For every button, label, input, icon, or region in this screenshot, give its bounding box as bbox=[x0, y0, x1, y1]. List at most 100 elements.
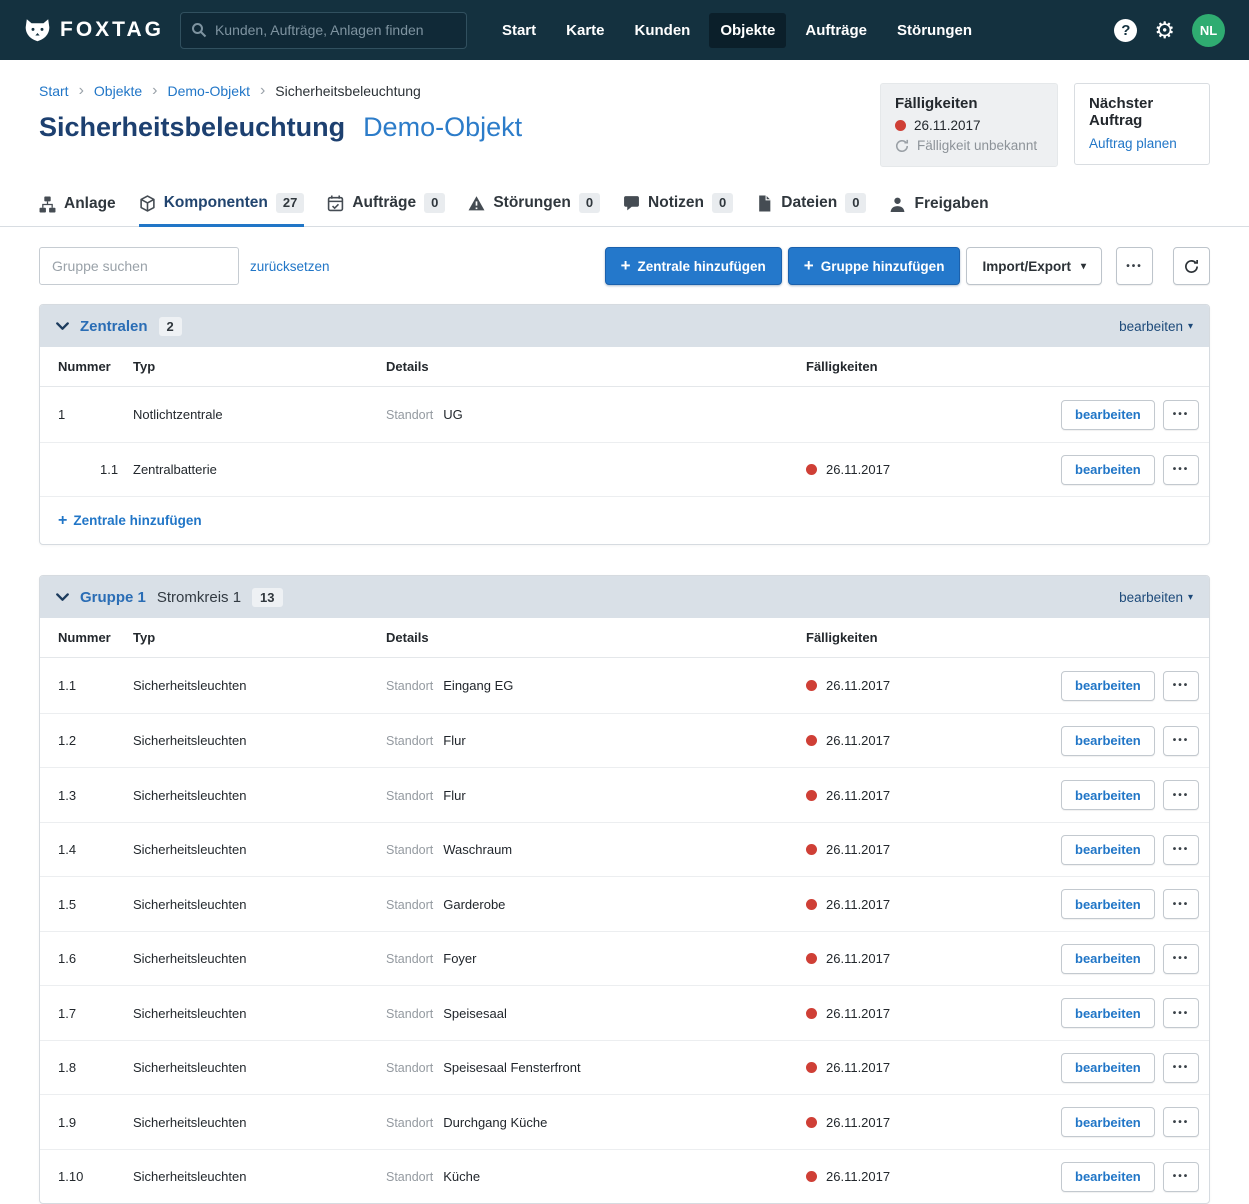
nav-item-auftraege[interactable]: Aufträge bbox=[794, 13, 878, 48]
standort-label: Standort bbox=[386, 408, 434, 422]
gear-icon[interactable]: ⚙ bbox=[1154, 18, 1175, 42]
bearbeiten-button[interactable]: bearbeiten bbox=[1061, 454, 1155, 485]
table-row: 1.10 Sicherheitsleuchten Standort Küche … bbox=[40, 1148, 1209, 1204]
tabs-bar: Anlage Komponenten 27 Aufträge 0 Störung… bbox=[0, 193, 1249, 228]
tab-auftraege[interactable]: Aufträge 0 bbox=[327, 193, 446, 227]
due-dot bbox=[806, 953, 817, 964]
caret-down-icon: ▾ bbox=[1187, 320, 1193, 332]
bearbeiten-button[interactable]: bearbeiten bbox=[1061, 1161, 1155, 1192]
row-more-button[interactable]: ••• bbox=[1162, 889, 1200, 919]
component-group-card: Gruppe 1 Stromkreis 1 13 bearbeiten ▾ Nu… bbox=[39, 575, 1210, 1204]
row-more-button[interactable]: ••• bbox=[1162, 1161, 1200, 1192]
row-more-button[interactable]: ••• bbox=[1162, 725, 1200, 756]
reset-link[interactable]: zurücksetzen bbox=[250, 259, 330, 274]
refresh-button[interactable] bbox=[1173, 247, 1210, 286]
ellipsis-icon: ••• bbox=[1126, 260, 1143, 272]
import-export-button[interactable]: Import/Export ▾ bbox=[966, 247, 1102, 286]
tab-notizen[interactable]: Notizen 0 bbox=[623, 193, 734, 227]
tab-komponenten[interactable]: Komponenten 27 bbox=[138, 193, 305, 228]
auftrag-planen-link[interactable]: Auftrag planen bbox=[1089, 136, 1195, 151]
standort-value: Durchgang Küche bbox=[443, 1114, 548, 1130]
row-more-button[interactable]: ••• bbox=[1162, 943, 1200, 974]
row-type: Sicherheitsleuchten bbox=[133, 1114, 247, 1130]
standort-value: Speisesaal bbox=[443, 1005, 507, 1021]
due-dot bbox=[895, 120, 906, 131]
brand-logo[interactable]: FOXTAG bbox=[24, 17, 164, 44]
bearbeiten-button[interactable]: bearbeiten bbox=[1061, 889, 1155, 919]
due-date: 26.11.2017 bbox=[826, 842, 891, 857]
bearbeiten-button[interactable]: bearbeiten bbox=[1061, 780, 1155, 810]
global-search[interactable] bbox=[179, 11, 467, 49]
nav-item-karte[interactable]: Karte bbox=[555, 13, 615, 48]
breadcrumb-start[interactable]: Start bbox=[39, 83, 69, 99]
due-date: 26.11.2017 bbox=[826, 1060, 891, 1075]
due-dot bbox=[806, 1007, 817, 1019]
row-more-button[interactable]: ••• bbox=[1162, 1052, 1200, 1083]
calendar-check-icon bbox=[327, 195, 344, 212]
standort-value: Speisesaal Fensterfront bbox=[443, 1060, 581, 1075]
table-row: 1.8 Sicherheitsleuchten Standort Speises… bbox=[40, 1039, 1209, 1095]
table-row: 1.6 Sicherheitsleuchten Standort Foyer 2… bbox=[40, 930, 1209, 986]
bearbeiten-button[interactable]: bearbeiten bbox=[1061, 1107, 1155, 1137]
component-group-card: Zentralen 2 bearbeiten ▾ Nummer Typ Deta… bbox=[39, 304, 1210, 546]
avatar[interactable]: NL bbox=[1192, 13, 1225, 47]
row-more-button[interactable]: ••• bbox=[1162, 670, 1200, 701]
standort-label: Standort bbox=[386, 1006, 434, 1021]
bearbeiten-button[interactable]: bearbeiten bbox=[1061, 399, 1155, 430]
group-header[interactable]: Gruppe 1 Stromkreis 1 13 bearbeiten ▾ bbox=[40, 576, 1209, 619]
row-more-button[interactable]: ••• bbox=[1162, 454, 1200, 485]
tab-dateien[interactable]: Dateien 0 bbox=[756, 193, 867, 227]
chevron-down-icon[interactable] bbox=[56, 593, 69, 602]
row-more-button[interactable]: ••• bbox=[1162, 780, 1200, 810]
tab-anlage[interactable]: Anlage bbox=[39, 195, 116, 227]
standort-label: Standort bbox=[386, 1170, 434, 1184]
due-dot bbox=[806, 680, 817, 691]
group-title[interactable]: Gruppe 1 bbox=[80, 589, 146, 606]
table-header-row: Nummer Typ Details Fälligkeiten bbox=[40, 347, 1209, 388]
group-title[interactable]: Zentralen bbox=[80, 318, 148, 335]
table-row: 1.9 Sicherheitsleuchten Standort Durchga… bbox=[40, 1094, 1209, 1149]
nav-item-objekte[interactable]: Objekte bbox=[709, 12, 787, 48]
row-type: Sicherheitsleuchten bbox=[133, 1060, 247, 1075]
due-dot bbox=[806, 464, 817, 475]
table-row: 1.1 Zentralbatterie 26.11.2017 bearbeite… bbox=[40, 441, 1209, 497]
breadcrumb-objekte[interactable]: Objekte bbox=[94, 83, 142, 99]
row-more-button[interactable]: ••• bbox=[1162, 399, 1200, 430]
bearbeiten-button[interactable]: bearbeiten bbox=[1061, 670, 1155, 701]
add-zentrale-footer-link[interactable]: + Zentrale hinzufügen bbox=[58, 512, 202, 529]
row-number: 1.5 bbox=[58, 896, 77, 912]
tab-freigaben[interactable]: Freigaben bbox=[889, 195, 989, 227]
due-date: 26.11.2017 bbox=[826, 1169, 891, 1184]
nav-item-kunden[interactable]: Kunden bbox=[624, 13, 702, 48]
due-dot bbox=[806, 898, 817, 910]
column-header-typ: Typ bbox=[133, 630, 156, 646]
standort-value: Waschraum bbox=[443, 842, 513, 857]
row-more-button[interactable]: ••• bbox=[1162, 1107, 1200, 1137]
speech-bubble-icon bbox=[623, 195, 640, 212]
nav-item-start[interactable]: Start bbox=[491, 13, 547, 48]
group-header[interactable]: Zentralen 2 bearbeiten ▾ bbox=[40, 305, 1209, 348]
chevron-down-icon[interactable] bbox=[56, 322, 69, 331]
group-edit-link[interactable]: bearbeiten ▾ bbox=[1119, 590, 1193, 605]
standort-label: Standort bbox=[386, 788, 434, 803]
bearbeiten-button[interactable]: bearbeiten bbox=[1061, 725, 1155, 756]
file-icon bbox=[756, 195, 773, 212]
tab-count-badge: 0 bbox=[845, 193, 867, 214]
group-edit-link[interactable]: bearbeiten ▾ bbox=[1119, 319, 1193, 334]
more-actions-button[interactable]: ••• bbox=[1116, 247, 1153, 286]
help-icon[interactable]: ? bbox=[1114, 18, 1138, 42]
bearbeiten-button[interactable]: bearbeiten bbox=[1061, 943, 1155, 974]
bearbeiten-button[interactable]: bearbeiten bbox=[1061, 834, 1155, 865]
row-more-button[interactable]: ••• bbox=[1162, 834, 1200, 865]
tab-stoerungen[interactable]: Störungen 0 bbox=[468, 193, 601, 227]
bearbeiten-button[interactable]: bearbeiten bbox=[1061, 1052, 1155, 1083]
add-gruppe-button[interactable]: + Gruppe hinzufügen bbox=[787, 247, 961, 286]
due-date: 26.11.2017 bbox=[826, 1005, 891, 1021]
nav-item-stoerungen[interactable]: Störungen bbox=[886, 13, 983, 48]
row-more-button[interactable]: ••• bbox=[1162, 998, 1200, 1028]
group-search-input[interactable] bbox=[39, 247, 239, 286]
add-zentrale-button[interactable]: + Zentrale hinzufügen bbox=[604, 247, 782, 286]
breadcrumb-demo-objekt[interactable]: Demo-Objekt bbox=[167, 83, 249, 99]
global-search-input[interactable] bbox=[214, 22, 456, 38]
bearbeiten-button[interactable]: bearbeiten bbox=[1061, 998, 1155, 1028]
